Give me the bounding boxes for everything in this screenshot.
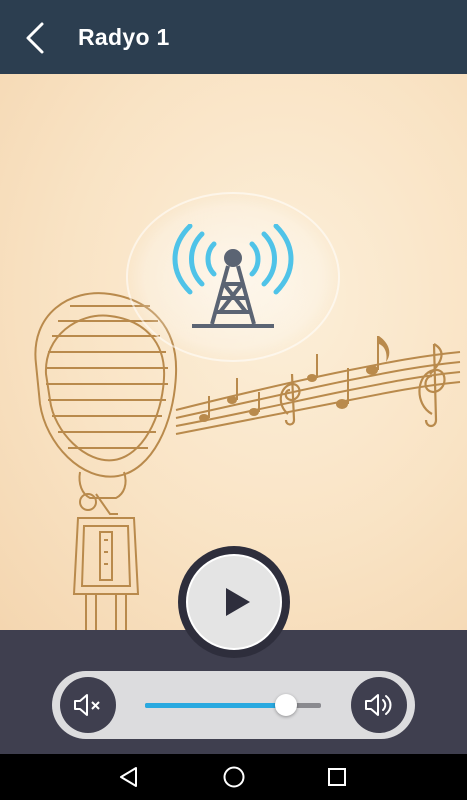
play-button[interactable]	[186, 554, 282, 650]
back-button[interactable]	[14, 16, 58, 60]
nav-back-button[interactable]	[114, 763, 144, 791]
app-bar: Radyo 1	[0, 0, 467, 74]
volume-slider-fill	[145, 703, 286, 708]
nav-recents-button[interactable]	[322, 763, 352, 791]
volume-up-icon	[365, 694, 392, 716]
volume-up-button[interactable]	[351, 677, 407, 733]
play-icon	[226, 588, 250, 616]
triangle-back-icon	[120, 767, 137, 787]
chevron-left-icon	[26, 22, 44, 54]
volume-slider[interactable]	[145, 694, 321, 716]
nav-home-button[interactable]	[219, 763, 249, 791]
mute-button[interactable]	[60, 677, 116, 733]
radio-tower-icon	[172, 224, 294, 328]
volume-mute-icon	[74, 694, 100, 716]
circle-home-icon	[223, 766, 245, 788]
square-recents-icon	[328, 768, 346, 786]
system-nav-bar	[0, 754, 467, 800]
volume-bar	[52, 671, 415, 739]
volume-slider-thumb[interactable]	[274, 694, 297, 716]
page-title: Radyo 1	[78, 24, 170, 50]
